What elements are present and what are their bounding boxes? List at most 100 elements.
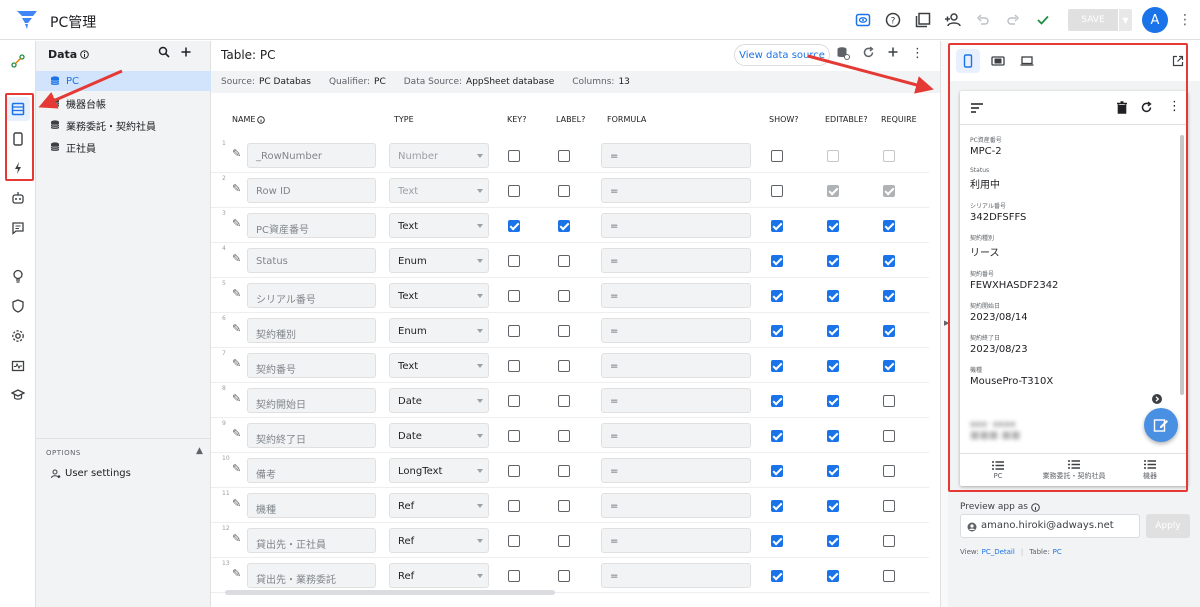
formula-field[interactable]: = (601, 493, 751, 518)
info-icon[interactable] (1031, 502, 1040, 512)
editable-checkbox[interactable] (827, 430, 839, 442)
key-checkbox[interactable] (508, 395, 520, 407)
actions-bolt-icon[interactable] (6, 156, 30, 180)
editable-checkbox[interactable] (827, 360, 839, 372)
bot-icon[interactable] (6, 186, 30, 210)
redo-icon[interactable] (998, 5, 1028, 35)
intelligence-bulb-icon[interactable] (6, 264, 30, 288)
label-checkbox[interactable] (558, 430, 570, 442)
formula-field[interactable]: = (601, 318, 751, 343)
user-avatar[interactable]: A (1142, 7, 1168, 33)
panel-divider[interactable]: ▶ (940, 41, 949, 607)
require-checkbox[interactable] (883, 430, 895, 442)
user-settings-link[interactable]: User settings (51, 468, 131, 479)
show-checkbox[interactable] (771, 220, 783, 232)
column-type-select[interactable]: Text (389, 213, 489, 238)
save-dropdown-icon[interactable]: ▼ (1118, 9, 1132, 31)
require-checkbox[interactable] (883, 395, 895, 407)
edit-pencil-icon[interactable]: ✎ (232, 322, 241, 335)
edit-pencil-icon[interactable]: ✎ (232, 182, 241, 195)
edit-pencil-icon[interactable]: ✎ (232, 567, 241, 580)
sort-menu-icon[interactable] (970, 103, 984, 113)
column-name-field[interactable]: 貸出先・業務委託 (247, 563, 376, 588)
formula-field[interactable]: = (601, 458, 751, 483)
refresh-icon[interactable] (862, 46, 875, 59)
security-shield-icon[interactable] (6, 294, 30, 318)
require-checkbox[interactable] (883, 220, 895, 232)
editable-checkbox[interactable] (827, 395, 839, 407)
preview-more-icon[interactable]: ⋮ (1168, 99, 1181, 114)
show-checkbox[interactable] (771, 465, 783, 477)
formula-field[interactable]: = (601, 528, 751, 553)
show-checkbox[interactable] (771, 570, 783, 582)
column-name-field[interactable]: 備考 (247, 458, 376, 483)
editable-checkbox[interactable] (827, 255, 839, 267)
info-icon[interactable] (80, 50, 90, 59)
formula-field[interactable]: = (601, 353, 751, 378)
formula-field[interactable]: = (601, 248, 751, 273)
edit-fab-button[interactable] (1144, 408, 1178, 442)
chevron-up-icon[interactable]: ▲ (196, 446, 203, 456)
chat-icon[interactable] (6, 216, 30, 240)
require-checkbox[interactable] (883, 290, 895, 302)
table-more-icon[interactable]: ⋮ (911, 46, 924, 61)
mobile-device-icon[interactable] (956, 49, 980, 73)
column-name-field[interactable]: Status (247, 248, 376, 273)
data-item-employees[interactable]: 正社員 (36, 137, 211, 157)
key-checkbox[interactable] (508, 430, 520, 442)
formula-field[interactable]: = (601, 213, 751, 238)
desktop-device-icon[interactable] (1015, 49, 1039, 73)
key-checkbox[interactable] (508, 465, 520, 477)
view-link[interactable]: PC_Detail (982, 548, 1015, 556)
show-checkbox[interactable] (771, 360, 783, 372)
column-type-select[interactable]: Ref (389, 528, 489, 553)
edit-pencil-icon[interactable]: ✎ (232, 287, 241, 300)
regenerate-schema-icon[interactable] (836, 46, 850, 60)
column-name-field[interactable]: 契約番号 (247, 353, 376, 378)
formula-field[interactable]: = (601, 178, 751, 203)
data-table-icon[interactable] (6, 97, 30, 121)
show-checkbox[interactable] (771, 430, 783, 442)
require-checkbox[interactable] (883, 185, 895, 197)
show-checkbox[interactable] (771, 150, 783, 162)
column-type-select[interactable]: Text (389, 353, 489, 378)
column-name-field[interactable]: 契約種別 (247, 318, 376, 343)
more-menu-icon[interactable]: ⋮ (1176, 12, 1194, 28)
edit-pencil-icon[interactable]: ✎ (232, 357, 241, 370)
tablet-device-icon[interactable] (986, 49, 1010, 73)
label-checkbox[interactable] (558, 360, 570, 372)
learn-cap-icon[interactable] (6, 383, 30, 407)
label-checkbox[interactable] (558, 535, 570, 547)
check-icon[interactable] (1028, 5, 1058, 35)
views-phone-icon[interactable] (6, 127, 30, 151)
label-checkbox[interactable] (558, 570, 570, 582)
label-checkbox[interactable] (558, 465, 570, 477)
key-checkbox[interactable] (508, 570, 520, 582)
key-checkbox[interactable] (508, 360, 520, 372)
edit-pencil-icon[interactable]: ✎ (232, 462, 241, 475)
column-name-field[interactable]: 貸出先・正社員 (247, 528, 376, 553)
column-name-field[interactable]: 契約終了日 (247, 423, 376, 448)
column-type-select[interactable]: Date (389, 388, 489, 413)
column-name-field[interactable]: シリアル番号 (247, 283, 376, 308)
data-item-device-ledger[interactable]: 機器台帳 (36, 93, 211, 113)
show-checkbox[interactable] (771, 290, 783, 302)
search-icon[interactable] (158, 46, 170, 58)
add-table-icon[interactable] (180, 46, 192, 58)
open-new-window-icon[interactable] (1166, 49, 1190, 73)
help-icon[interactable]: ? (878, 5, 908, 35)
column-name-field[interactable]: Row ID (247, 178, 376, 203)
require-checkbox[interactable] (883, 535, 895, 547)
label-checkbox[interactable] (558, 150, 570, 162)
edit-pencil-icon[interactable]: ✎ (232, 147, 241, 160)
require-checkbox[interactable] (883, 325, 895, 337)
editable-checkbox[interactable] (827, 185, 839, 197)
settings-gear-icon[interactable] (6, 324, 30, 348)
editable-checkbox[interactable] (827, 150, 839, 162)
require-checkbox[interactable] (883, 150, 895, 162)
editable-checkbox[interactable] (827, 535, 839, 547)
view-data-source-button[interactable]: View data source (734, 44, 830, 66)
key-checkbox[interactable] (508, 500, 520, 512)
preview-scrollbar[interactable] (1180, 135, 1184, 395)
apply-button[interactable]: Apply (1146, 514, 1190, 538)
